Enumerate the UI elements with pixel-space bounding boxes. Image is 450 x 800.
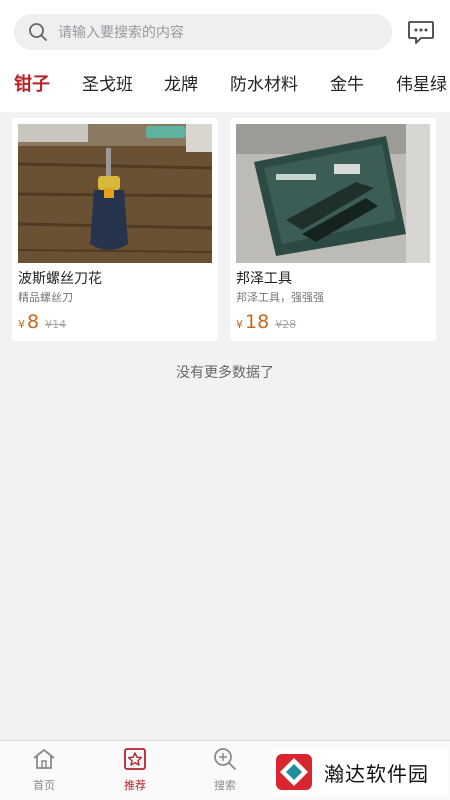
original-price: ¥28 bbox=[275, 318, 297, 331]
product-title: 波斯螺丝刀花 bbox=[18, 271, 102, 287]
nav-search[interactable]: 搜索 bbox=[195, 747, 255, 793]
no-more-data-message: 没有更多数据了 bbox=[176, 365, 274, 381]
product-card[interactable]: 邦泽工具 邦泽工具，强强强 ¥18 ¥28 bbox=[230, 118, 436, 341]
product-price: ¥8 ¥14 bbox=[18, 311, 66, 333]
message-icon bbox=[408, 21, 434, 44]
nav-recommend-label: 推荐 bbox=[124, 779, 146, 792]
watermark-logo bbox=[276, 754, 312, 790]
category-tabs: 钳子 圣戈班 龙牌 防水材料 金牛 伟星绿 bbox=[0, 62, 450, 102]
currency-symbol: ¥ bbox=[236, 318, 243, 331]
top-bar: 请输入要搜索的内容 钳子 圣戈班 龙牌 防水材料 金牛 伟星绿 bbox=[0, 0, 450, 112]
search-plus-icon bbox=[214, 748, 236, 770]
product-price: ¥18 ¥28 bbox=[236, 311, 296, 333]
product-subtitle: 精品螺丝刀 bbox=[18, 291, 73, 304]
original-price: ¥14 bbox=[45, 318, 67, 331]
tab-category-0[interactable]: 钳子 bbox=[14, 70, 50, 96]
product-image bbox=[18, 124, 212, 263]
price-value: 8 bbox=[27, 311, 40, 333]
search-icon bbox=[29, 23, 47, 41]
search-placeholder: 请输入要搜索的内容 bbox=[58, 25, 184, 41]
search-input[interactable]: 请输入要搜索的内容 bbox=[14, 14, 392, 50]
watermark: 瀚达软件园 bbox=[272, 748, 448, 796]
tab-category-5[interactable]: 伟星绿 bbox=[396, 70, 447, 95]
product-subtitle: 邦泽工具，强强强 bbox=[236, 291, 324, 304]
star-icon bbox=[124, 748, 146, 770]
tab-category-2[interactable]: 龙牌 bbox=[164, 70, 198, 95]
tab-category-4[interactable]: 金牛 bbox=[330, 70, 364, 95]
watermark-text: 瀚达软件园 bbox=[324, 761, 429, 786]
product-title: 邦泽工具 bbox=[236, 271, 292, 287]
tab-category-1[interactable]: 圣戈班 bbox=[82, 70, 133, 95]
home-icon bbox=[33, 749, 55, 769]
nav-search-label: 搜索 bbox=[214, 779, 236, 792]
tab-category-3[interactable]: 防水材料 bbox=[230, 70, 298, 95]
nav-home-label: 首页 bbox=[33, 779, 55, 792]
product-card[interactable]: 波斯螺丝刀花 精品螺丝刀 ¥8 ¥14 bbox=[12, 118, 218, 341]
price-value: 18 bbox=[245, 311, 270, 333]
nav-home[interactable]: 首页 bbox=[14, 747, 74, 793]
currency-symbol: ¥ bbox=[18, 318, 25, 331]
nav-recommend[interactable]: 推荐 bbox=[105, 747, 165, 793]
product-image bbox=[236, 124, 430, 263]
message-button[interactable] bbox=[404, 16, 438, 48]
